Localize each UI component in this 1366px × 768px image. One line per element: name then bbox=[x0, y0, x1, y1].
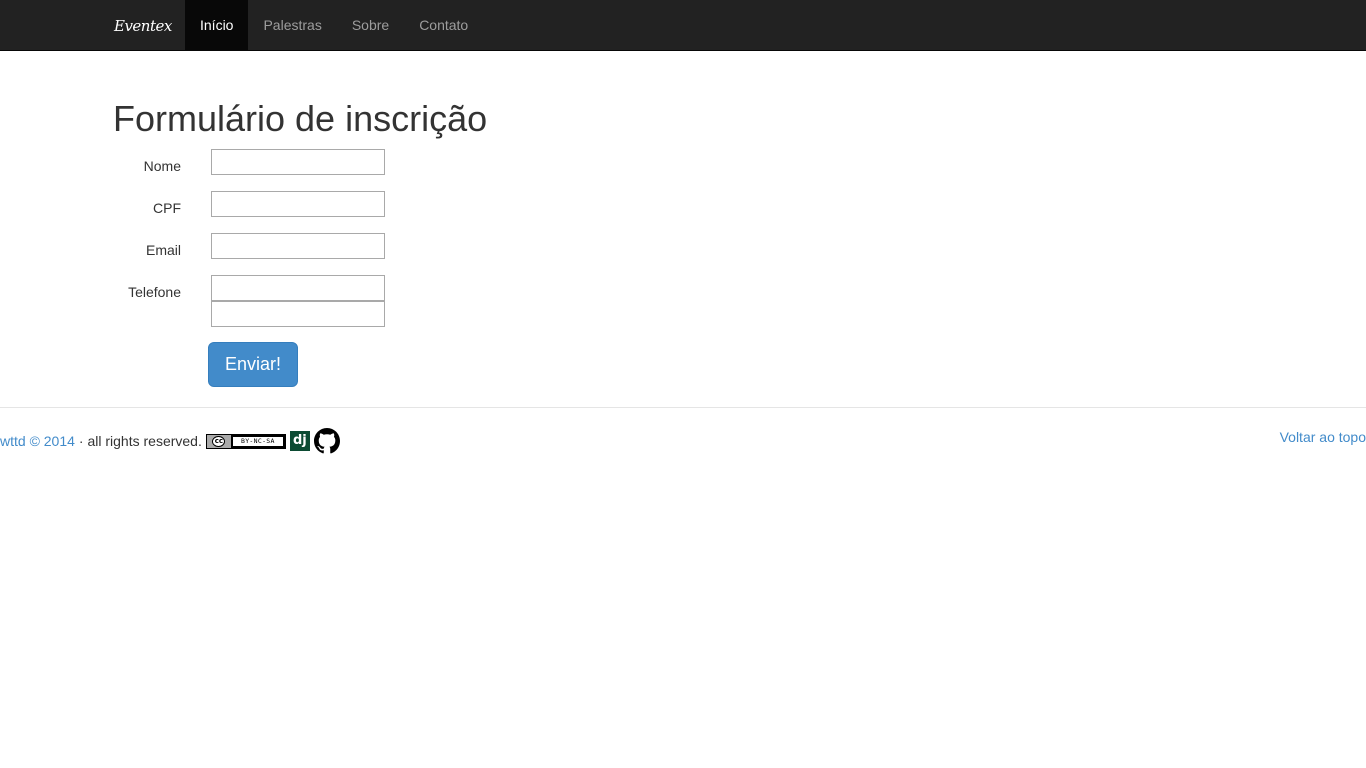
telefone-label: Telefone bbox=[128, 284, 181, 300]
nav-item-sobre[interactable]: Sobre bbox=[337, 0, 404, 50]
rights-text: · all rights reserved. bbox=[78, 433, 202, 449]
github-icon[interactable] bbox=[313, 428, 340, 454]
email-label: Email bbox=[145, 242, 181, 258]
cpf-input[interactable] bbox=[211, 191, 385, 217]
nav-item-inicio[interactable]: Início bbox=[185, 0, 249, 50]
footer-divider bbox=[0, 407, 1366, 408]
brand-label: Eventex bbox=[114, 17, 172, 35]
back-to-top-link[interactable]: Voltar ao topo bbox=[1280, 429, 1366, 445]
top-navbar: Eventex Início Palestras Sobre Contato bbox=[0, 0, 1366, 51]
cc-terms: BY-NC-SA bbox=[232, 436, 283, 446]
cc-mark: cc bbox=[212, 435, 226, 447]
submit-button[interactable]: Enviar! bbox=[208, 342, 298, 387]
telefone-number-input[interactable] bbox=[211, 301, 385, 327]
email-input[interactable] bbox=[211, 233, 385, 259]
copyright-link[interactable]: wttd © 2014 bbox=[0, 433, 75, 449]
nav-item-contato[interactable]: Contato bbox=[404, 0, 483, 50]
creative-commons-license-icon[interactable]: cc BY-NC-SA bbox=[205, 433, 286, 449]
nome-label: Nome bbox=[143, 158, 181, 174]
page-title: Formulário de inscrição bbox=[113, 98, 488, 139]
brand-logo[interactable]: Eventex bbox=[114, 13, 174, 39]
nav-item-palestras[interactable]: Palestras bbox=[248, 0, 336, 50]
main-nav: Início Palestras Sobre Contato bbox=[185, 0, 483, 50]
telefone-ddd-input[interactable] bbox=[211, 275, 385, 301]
nome-input[interactable] bbox=[211, 149, 385, 175]
cc-logo: cc bbox=[206, 434, 231, 448]
django-icon[interactable]: dj bbox=[289, 431, 310, 451]
cpf-label: CPF bbox=[153, 200, 181, 216]
footer-left: wttd © 2014 · all rights reserved. cc BY… bbox=[0, 428, 340, 454]
